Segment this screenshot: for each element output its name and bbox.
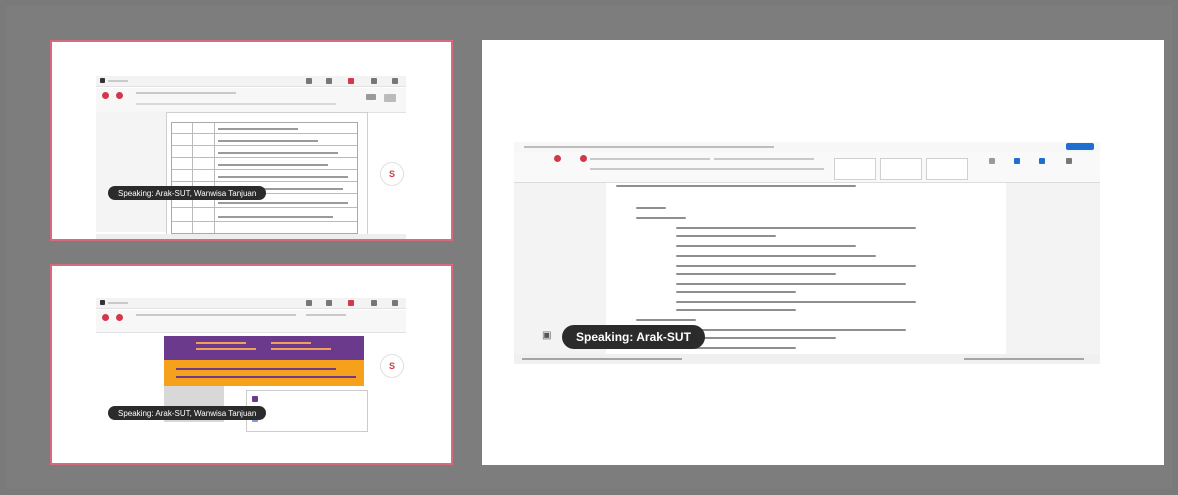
camera-icon bbox=[348, 300, 354, 306]
speaking-indicator: Speaking: Arak-SUT bbox=[562, 325, 705, 349]
app-icon bbox=[100, 78, 105, 83]
editor-icon[interactable] bbox=[1039, 158, 1045, 164]
record-dot-icon[interactable] bbox=[554, 155, 561, 162]
dictate-icon[interactable] bbox=[1014, 158, 1020, 164]
more-icon bbox=[371, 78, 377, 84]
record-dot-icon[interactable] bbox=[116, 314, 123, 321]
status-bar bbox=[514, 354, 1100, 364]
close-icon bbox=[392, 300, 398, 306]
record-dot-icon[interactable] bbox=[102, 92, 109, 99]
participants-icon bbox=[306, 78, 312, 84]
video-tile-main[interactable]: ▣ Speaking: Arak-SUT bbox=[482, 40, 1164, 465]
participants-icon bbox=[306, 300, 312, 306]
find-icon[interactable] bbox=[989, 158, 995, 164]
app-icon bbox=[100, 300, 105, 305]
speaking-indicator: Speaking: Arak-SUT, Wanwisa Tanjuan bbox=[108, 186, 267, 200]
share-icon bbox=[326, 300, 332, 306]
meeting-stage: S Speaking: Arak-SUT, Wanwisa Tanjuan S … bbox=[6, 6, 1172, 489]
style-nospacing[interactable] bbox=[880, 158, 922, 180]
close-icon bbox=[392, 78, 398, 84]
ribbon-tabs bbox=[514, 142, 1100, 152]
video-tile-top-left[interactable]: S Speaking: Arak-SUT, Wanwisa Tanjuan bbox=[50, 40, 453, 241]
style-normal[interactable] bbox=[834, 158, 876, 180]
meeting-app-button[interactable]: S bbox=[380, 354, 404, 378]
meeting-app-button[interactable]: S bbox=[380, 162, 404, 186]
toolbar-icon bbox=[366, 94, 376, 100]
record-dot-icon[interactable] bbox=[116, 92, 123, 99]
more-icon bbox=[371, 300, 377, 306]
spreadsheet-header-band bbox=[164, 336, 364, 360]
record-dot-icon[interactable] bbox=[102, 314, 109, 321]
speaking-indicator: Speaking: Arak-SUT, Wanwisa Tanjuan bbox=[108, 406, 267, 420]
share-icon bbox=[326, 78, 332, 84]
toolbar-icon bbox=[384, 94, 396, 102]
style-heading[interactable] bbox=[926, 158, 968, 180]
share-screen-icon[interactable]: ▣ bbox=[542, 330, 554, 342]
camera-icon bbox=[348, 78, 354, 84]
share-document-button[interactable] bbox=[1066, 143, 1094, 150]
spreadsheet-row-band bbox=[164, 360, 364, 386]
reuse-files-icon[interactable] bbox=[1066, 158, 1072, 164]
ribbon bbox=[514, 152, 1100, 183]
record-dot-icon[interactable] bbox=[580, 155, 587, 162]
shared-screen-doc-table: S bbox=[96, 76, 406, 239]
video-tile-bottom-left[interactable]: S Speaking: Arak-SUT, Wanwisa Tanjuan bbox=[50, 264, 453, 465]
